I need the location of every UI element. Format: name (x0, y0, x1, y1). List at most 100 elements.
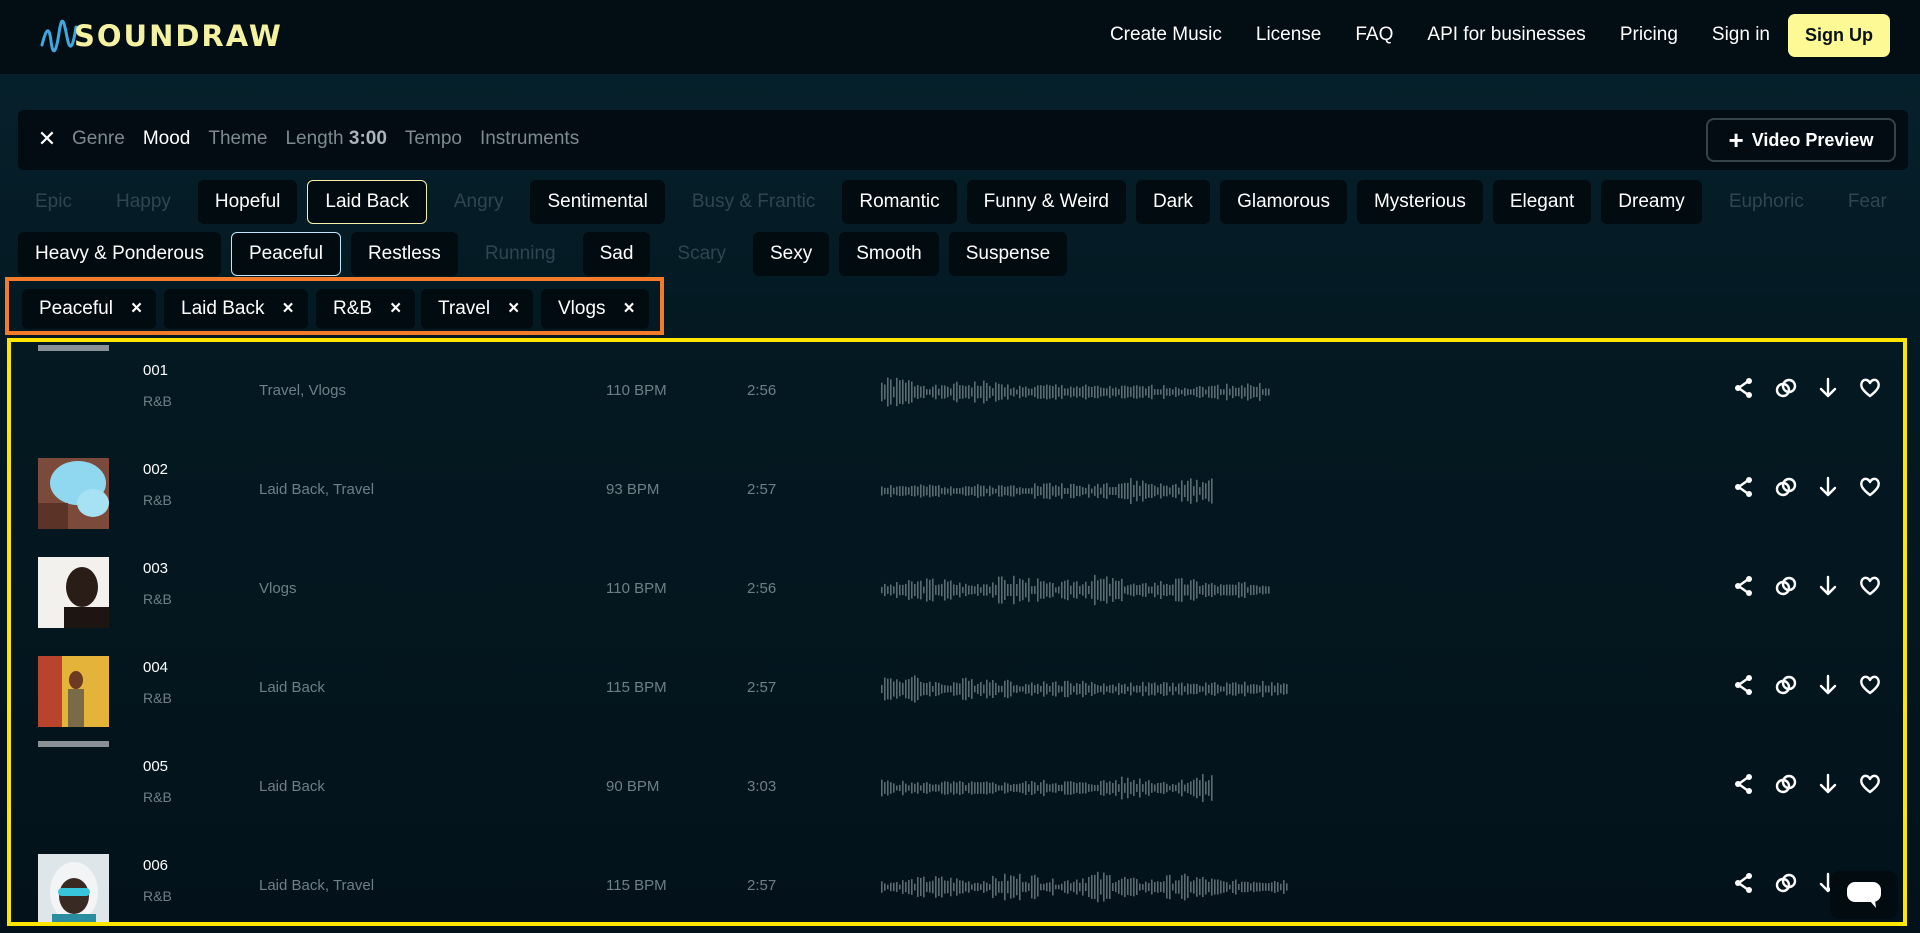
track-waveform[interactable] (881, 372, 1271, 412)
link-icon[interactable] (1771, 670, 1801, 700)
tab-tempo[interactable]: Tempo (405, 128, 462, 150)
tab-genre[interactable]: Genre (72, 128, 125, 150)
close-icon[interactable]: ✕ (35, 127, 59, 151)
track-waveform[interactable] (881, 867, 1291, 907)
chat-support-button[interactable] (1830, 871, 1898, 919)
nav-create-music[interactable]: Create Music (1110, 24, 1222, 46)
track-tags: Laid Back, Travel (259, 481, 375, 498)
track-row[interactable]: 001 R&B Travel, Vlogs 110 BPM 2:56 (11, 342, 1903, 441)
share-icon[interactable] (1729, 868, 1759, 898)
mood-chip[interactable]: Sad (582, 232, 651, 276)
track-number[interactable]: 002 (143, 461, 168, 478)
heart-icon[interactable] (1855, 373, 1885, 403)
track-number[interactable]: 003 (143, 560, 168, 577)
track-number[interactable]: 005 (143, 758, 168, 775)
remove-tag-icon[interactable]: × (624, 298, 635, 320)
track-thumbnail[interactable] (38, 656, 109, 727)
tab-mood[interactable]: Mood (143, 128, 191, 150)
remove-tag-icon[interactable]: × (508, 298, 519, 320)
share-icon[interactable] (1729, 769, 1759, 799)
download-icon[interactable] (1813, 472, 1843, 502)
track-waveform[interactable] (881, 570, 1271, 610)
mood-chip[interactable]: Funny & Weird (966, 180, 1126, 224)
track-waveform[interactable] (881, 669, 1291, 709)
track-thumbnail[interactable] (38, 345, 109, 351)
mood-chip[interactable]: Sexy (752, 232, 830, 276)
nav-sign-in[interactable]: Sign in (1712, 24, 1770, 46)
mood-chip: Busy & Frantic (691, 191, 816, 212)
tab-theme[interactable]: Theme (208, 128, 267, 150)
share-icon[interactable] (1729, 670, 1759, 700)
heart-icon[interactable] (1855, 670, 1885, 700)
mood-chip[interactable]: Restless (350, 232, 458, 276)
track-row[interactable]: 002 R&B Laid Back, Travel 93 BPM 2:57 (11, 441, 1903, 540)
track-thumbnail[interactable] (38, 557, 109, 628)
link-icon[interactable] (1771, 472, 1801, 502)
nav-license[interactable]: License (1256, 24, 1322, 46)
remove-tag-icon[interactable]: × (390, 298, 401, 320)
track-thumbnail[interactable] (38, 458, 109, 529)
link-icon[interactable] (1771, 373, 1801, 403)
share-icon[interactable] (1729, 373, 1759, 403)
tab-length[interactable]: Length 3:00 (285, 128, 386, 150)
mood-chip[interactable]: Peaceful (231, 232, 341, 276)
nav-api-for-businesses[interactable]: API for businesses (1427, 24, 1585, 46)
mood-chip[interactable]: Laid Back (307, 180, 427, 224)
track-tags: Vlogs (259, 580, 297, 597)
track-row[interactable]: 006 R&B Laid Back, Travel 115 BPM 2:57 (11, 837, 1903, 922)
share-icon[interactable] (1729, 472, 1759, 502)
mood-chip[interactable]: Sentimental (530, 180, 665, 224)
link-icon[interactable] (1771, 868, 1801, 898)
sign-up-button[interactable]: Sign Up (1788, 13, 1890, 57)
mood-chip[interactable]: Elegant (1492, 180, 1592, 224)
mood-chip[interactable]: Hopeful (197, 180, 298, 224)
track-thumbnail[interactable] (38, 854, 109, 922)
track-row[interactable]: 003 R&B Vlogs 110 BPM 2:56 (11, 540, 1903, 639)
download-icon[interactable] (1813, 373, 1843, 403)
track-thumbnail[interactable] (38, 741, 109, 747)
track-genre: R&B (143, 492, 172, 508)
link-icon[interactable] (1771, 769, 1801, 799)
track-actions (1717, 472, 1885, 502)
soundraw-logo[interactable]: SOUNDRAW (40, 18, 283, 54)
mood-chips-row-1: Epic Happy Hopeful Laid Back Angry Sentimenta… (18, 180, 1918, 224)
download-icon[interactable] (1813, 571, 1843, 601)
remove-tag-icon[interactable]: × (131, 298, 142, 320)
track-list: 001 R&B Travel, Vlogs 110 BPM 2:56 002 R&B Laid… (7, 338, 1907, 926)
nav-pricing[interactable]: Pricing (1620, 24, 1678, 46)
selected-tag: Laid Back × (164, 289, 308, 329)
video-preview-button[interactable]: + Video Preview (1706, 118, 1896, 162)
mood-chip[interactable]: Romantic (842, 180, 957, 224)
tab-instruments[interactable]: Instruments (480, 128, 579, 150)
logo-wave-icon (40, 19, 78, 53)
download-icon[interactable] (1813, 670, 1843, 700)
remove-tag-icon[interactable]: × (282, 298, 293, 320)
track-bpm: 115 BPM (606, 679, 667, 696)
heart-icon[interactable] (1855, 571, 1885, 601)
heart-icon[interactable] (1855, 769, 1885, 799)
track-waveform[interactable] (881, 768, 1216, 808)
track-number[interactable]: 001 (143, 362, 168, 379)
track-waveform[interactable] (881, 471, 1216, 511)
track-duration: 2:56 (747, 382, 777, 399)
mood-chip[interactable]: Suspense (948, 232, 1068, 276)
mood-chip[interactable]: Mysterious (1356, 180, 1483, 224)
mood-chip[interactable]: Glamorous (1220, 180, 1347, 224)
heart-icon[interactable] (1855, 472, 1885, 502)
track-bpm: 115 BPM (606, 877, 667, 894)
mood-chip[interactable]: Heavy & Ponderous (18, 232, 221, 276)
track-row[interactable]: 004 R&B Laid Back 115 BPM 2:57 (11, 639, 1903, 738)
track-number[interactable]: 004 (143, 659, 168, 676)
download-icon[interactable] (1813, 769, 1843, 799)
track-number[interactable]: 006 (143, 857, 168, 874)
mood-chip[interactable]: Smooth (839, 232, 939, 276)
mood-chip[interactable]: Dreamy (1601, 180, 1702, 224)
track-genre: R&B (143, 393, 172, 409)
nav-faq[interactable]: FAQ (1355, 24, 1393, 46)
share-icon[interactable] (1729, 571, 1759, 601)
link-icon[interactable] (1771, 571, 1801, 601)
track-row[interactable]: 005 R&B Laid Back 90 BPM 3:03 (11, 738, 1903, 837)
mood-chip[interactable]: Dark (1135, 180, 1211, 224)
selected-tag: Vlogs × (541, 289, 649, 329)
video-preview-label: Video Preview (1751, 129, 1874, 150)
